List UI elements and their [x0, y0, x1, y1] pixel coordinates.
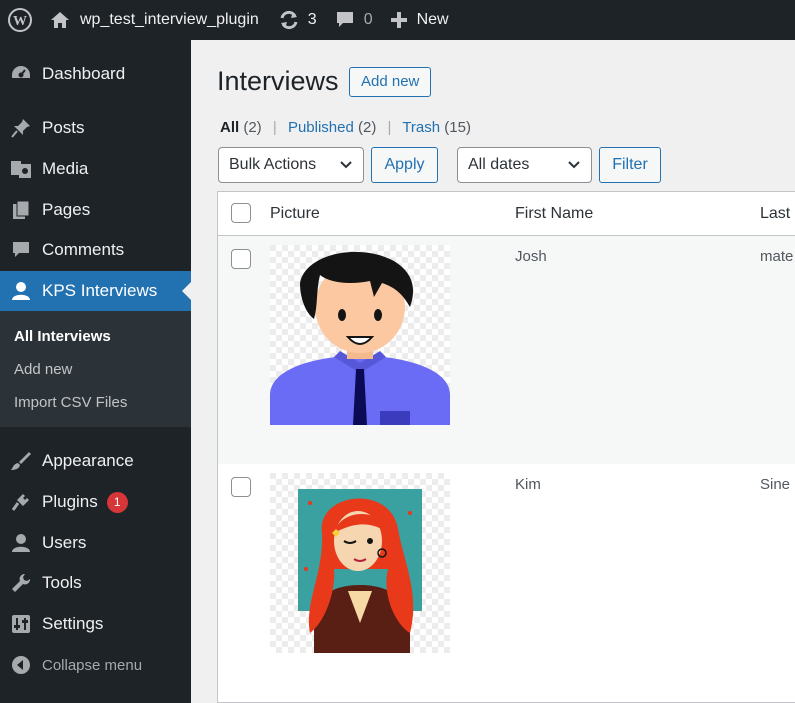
- menu-label: Dashboard: [42, 64, 126, 83]
- menu-media[interactable]: Media: [0, 149, 191, 189]
- menu-label: Tools: [42, 573, 82, 592]
- updates-icon: [280, 10, 298, 30]
- view-separator: |: [387, 119, 392, 136]
- menu-appearance[interactable]: Appearance: [0, 441, 191, 481]
- menu-tools[interactable]: Tools: [0, 563, 191, 603]
- collapse-arrow-icon: [0, 655, 42, 675]
- view-trash-count: (15): [444, 119, 471, 136]
- new-content-link[interactable]: New: [390, 0, 449, 40]
- users-icon: [0, 533, 42, 553]
- dates-filter-select[interactable]: All dates: [457, 147, 592, 183]
- pin-icon: [0, 118, 42, 138]
- view-all-link[interactable]: All: [220, 119, 239, 136]
- wordpress-icon: W: [8, 8, 32, 32]
- view-published-count: (2): [358, 119, 377, 136]
- submenu-all-interviews[interactable]: All Interviews: [14, 328, 111, 345]
- menu-label: Appearance: [42, 451, 134, 470]
- menu-label: Users: [42, 533, 87, 552]
- table-row: Kim Sine: [218, 464, 795, 692]
- menu-dashboard[interactable]: Dashboard: [0, 54, 191, 94]
- menu-users[interactable]: Users: [0, 523, 191, 563]
- updates-link[interactable]: 3: [278, 0, 317, 40]
- interviewee-picture[interactable]: [270, 473, 450, 653]
- comment-bubble-icon: [336, 12, 353, 27]
- column-last-name[interactable]: Last: [760, 205, 790, 223]
- interviews-table: Picture First Name Last Josh mate Kim Si…: [217, 191, 795, 703]
- first-name-cell: Josh: [515, 248, 547, 265]
- site-name-label: wp_test_interview_plugin: [80, 11, 259, 28]
- menu-label: Comments: [42, 240, 125, 259]
- last-name-cell: mate: [760, 248, 794, 265]
- svg-text:W: W: [13, 14, 27, 29]
- updates-count: 3: [307, 11, 317, 28]
- menu-label: Pages: [42, 200, 91, 219]
- wrench-icon: [0, 573, 42, 593]
- menu-posts[interactable]: Posts: [0, 108, 191, 148]
- admin-bar: W wp_test_interview_plugin 3 0 New: [0, 0, 795, 40]
- view-trash-link[interactable]: Trash: [402, 119, 440, 136]
- plus-icon: [390, 12, 407, 28]
- select-all-checkbox[interactable]: [231, 203, 251, 223]
- home-icon: [51, 12, 69, 28]
- view-all-count: (2): [243, 119, 262, 136]
- table-header: Picture First Name Last: [218, 192, 795, 236]
- plug-icon: [0, 492, 42, 512]
- menu-settings[interactable]: Settings: [0, 604, 191, 644]
- comment-icon: [0, 241, 42, 259]
- site-name-link[interactable]: wp_test_interview_plugin: [50, 0, 259, 40]
- wordpress-logo-button[interactable]: W: [0, 0, 40, 40]
- page-title: Interviews: [217, 66, 339, 96]
- menu-comments[interactable]: Comments: [0, 230, 191, 270]
- submenu-add-new[interactable]: Add new: [14, 361, 72, 378]
- menu-label: Media: [42, 159, 89, 178]
- admin-sidebar: Dashboard Posts Media Pages Comments KPS…: [0, 40, 191, 703]
- submenu-import-csv[interactable]: Import CSV Files: [14, 394, 127, 411]
- menu-label: Posts: [42, 118, 85, 137]
- menu-label: KPS Interviews: [42, 281, 158, 300]
- collapse-label: Collapse menu: [42, 656, 143, 674]
- media-icon: [0, 159, 42, 179]
- collapse-menu-button[interactable]: Collapse menu: [0, 645, 191, 685]
- menu-kps-interviews[interactable]: KPS Interviews: [0, 271, 191, 311]
- user-icon: [0, 281, 42, 301]
- dashboard-icon: [0, 64, 42, 84]
- comments-link[interactable]: 0: [336, 0, 373, 40]
- interviewee-picture[interactable]: [270, 245, 450, 425]
- first-name-cell: Kim: [515, 476, 541, 493]
- current-menu-arrow: [182, 282, 191, 300]
- status-views: All (2) | Published (2) | Trash (15): [220, 119, 471, 136]
- menu-label: Settings: [42, 614, 104, 633]
- brush-icon: [0, 451, 42, 471]
- filter-button[interactable]: Filter: [599, 147, 661, 183]
- view-published-link[interactable]: Published: [288, 119, 354, 136]
- row-checkbox[interactable]: [231, 249, 251, 269]
- apply-button[interactable]: Apply: [371, 147, 438, 183]
- bulk-actions-select[interactable]: Bulk Actions: [218, 147, 364, 183]
- column-picture[interactable]: Picture: [270, 205, 320, 223]
- menu-plugins[interactable]: Plugins 1: [0, 482, 191, 522]
- kps-interviews-submenu: All Interviews Add new Import CSV Files: [0, 311, 191, 427]
- chevron-down-icon: [340, 161, 352, 169]
- menu-label: Plugins: [42, 492, 98, 511]
- comments-count: 0: [363, 11, 373, 28]
- new-label: New: [416, 11, 449, 28]
- main-content: Interviews Add new All (2) | Published (…: [191, 40, 795, 703]
- column-first-name[interactable]: First Name: [515, 205, 593, 223]
- plugins-update-badge: 1: [106, 491, 128, 513]
- menu-pages[interactable]: Pages: [0, 190, 191, 230]
- chevron-down-icon: [568, 161, 580, 169]
- table-row: Josh mate: [218, 236, 795, 464]
- add-new-button[interactable]: Add new: [349, 67, 432, 97]
- settings-icon: [0, 614, 42, 634]
- last-name-cell: Sine: [760, 476, 791, 493]
- view-separator: |: [272, 119, 277, 136]
- bulk-actions-value: Bulk Actions: [229, 156, 317, 173]
- pages-icon: [0, 200, 42, 220]
- row-checkbox[interactable]: [231, 477, 251, 497]
- dates-value: All dates: [468, 156, 530, 173]
